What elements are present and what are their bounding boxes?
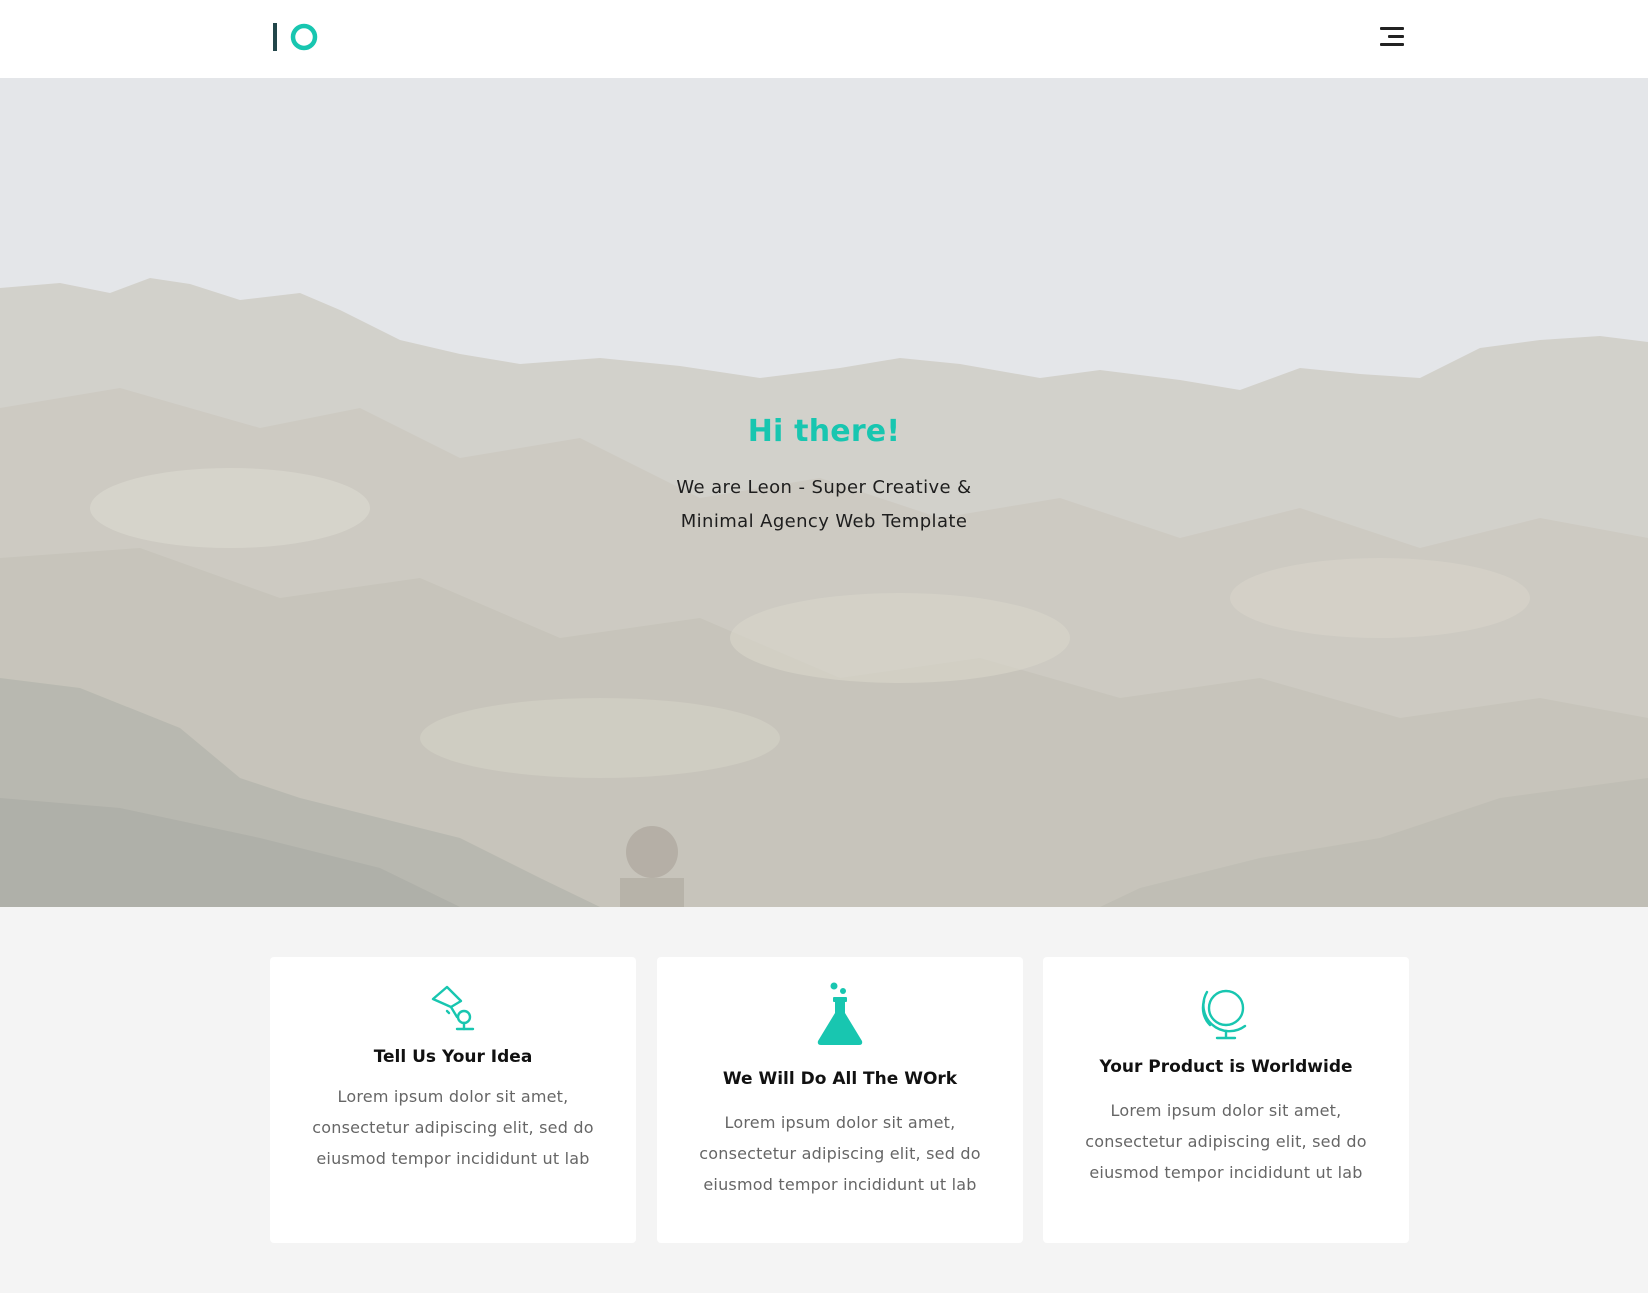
globe-icon xyxy=(1201,989,1247,1040)
feature-title: Your Product is Worldwide xyxy=(1099,1057,1353,1077)
hero-content: Hi there! We are Leon - Super Creative &… xyxy=(0,414,1648,539)
feature-card: Your Product is Worldwide Lorem ipsum do… xyxy=(1043,957,1409,1243)
feature-title: Tell Us Your Idea xyxy=(373,1047,533,1067)
feature-text: Lorem ipsum dolor sit amet, consectetur … xyxy=(1085,1101,1367,1182)
hero-section: Hi there! We are Leon - Super Creative &… xyxy=(0,78,1648,907)
hamburger-menu-button[interactable] xyxy=(1372,21,1412,53)
logo[interactable] xyxy=(272,21,322,53)
feature-text: Lorem ipsum dolor sit amet, consectetur … xyxy=(312,1087,594,1168)
io-logo-icon xyxy=(273,23,318,51)
desk-lamp-icon xyxy=(431,985,475,1031)
feature-text: Lorem ipsum dolor sit amet, consectetur … xyxy=(699,1113,981,1194)
menu-line xyxy=(1380,43,1404,46)
feature-card: We Will Do All The WOrk Lorem ipsum dolo… xyxy=(657,957,1023,1243)
flask-icon xyxy=(817,982,863,1045)
site-header xyxy=(0,0,1648,78)
hero-subtitle: We are Leon - Super Creative & Minimal A… xyxy=(676,477,972,532)
feature-card: Tell Us Your Idea Lorem ipsum dolor sit … xyxy=(270,957,636,1243)
hero-title: Hi there! xyxy=(747,414,901,449)
menu-line xyxy=(1388,35,1404,38)
features-section: Tell Us Your Idea Lorem ipsum dolor sit … xyxy=(0,907,1648,1293)
hamburger-menu-icon xyxy=(1380,27,1404,30)
feature-title: We Will Do All The WOrk xyxy=(722,1069,958,1089)
page-bottom xyxy=(0,1293,1648,1314)
